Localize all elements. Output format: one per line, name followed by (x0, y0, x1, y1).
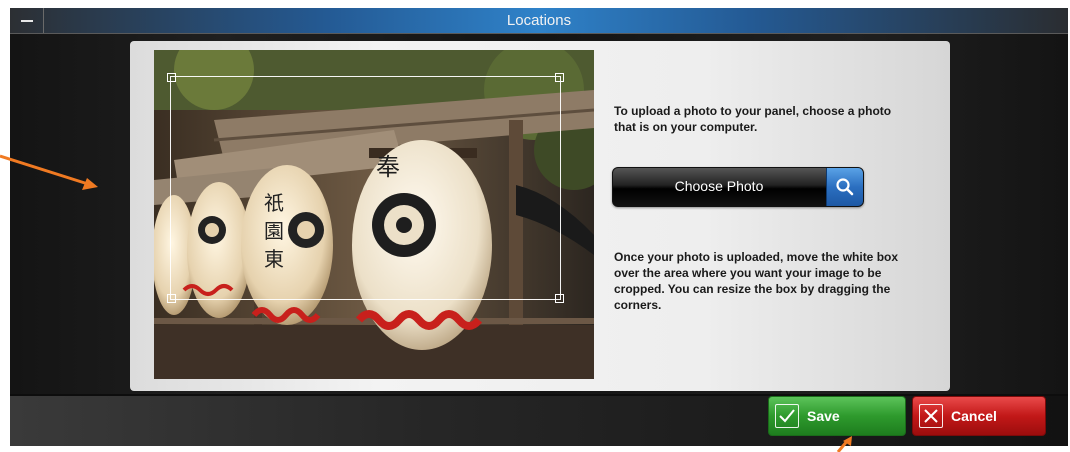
search-icon (826, 168, 863, 206)
annotation-arrow (0, 154, 98, 190)
save-button[interactable]: Save (768, 396, 906, 436)
x-icon (919, 404, 943, 428)
cancel-button[interactable]: Cancel (912, 396, 1046, 436)
annotation-arrow (836, 436, 852, 452)
photo-upload-panel: 祇 園 東 奉 To upload a photo to your panel,… (130, 41, 950, 391)
window-title: Locations (506, 12, 572, 29)
choose-photo-button[interactable]: Choose Photo (612, 167, 864, 207)
locations-window: Locations 祇 園 東 奉 To upload a photo to y… (10, 8, 1068, 446)
crop-handle-bottom-right[interactable] (555, 294, 564, 303)
title-bar: Locations (10, 8, 1068, 34)
crop-instruction: Once your photo is uploaded, move the wh… (614, 250, 899, 312)
cancel-label: Cancel (951, 408, 997, 424)
photo-preview: 祇 園 東 奉 (154, 50, 594, 379)
crop-handle-top-left[interactable] (167, 73, 176, 82)
crop-selection-box[interactable] (167, 73, 564, 303)
choose-photo-label: Choose Photo (674, 178, 764, 194)
crop-handle-bottom-left[interactable] (167, 294, 176, 303)
save-label: Save (807, 408, 840, 424)
bottom-action-bar (10, 396, 1068, 446)
checkmark-icon (775, 404, 799, 428)
crop-handle-top-right[interactable] (555, 73, 564, 82)
upload-instruction: To upload a photo to your panel, choose … (614, 104, 892, 134)
